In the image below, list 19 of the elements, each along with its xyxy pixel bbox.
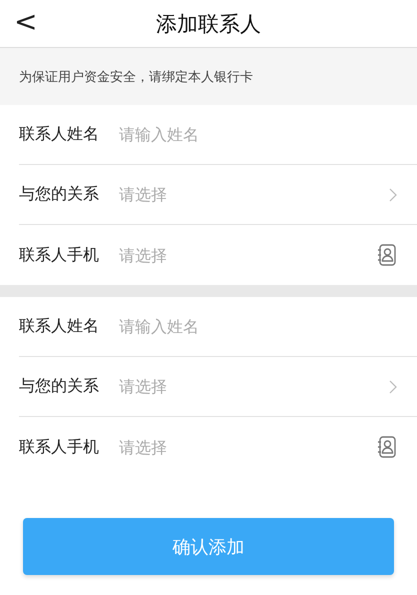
field-label: 联系人姓名 [19, 124, 100, 145]
field-label: 联系人姓名 [19, 316, 100, 337]
name-field[interactable]: 请输入姓名 [119, 317, 397, 336]
field-label: 联系人手机 [19, 436, 100, 458]
security-notice: 为保证用户资金安全，请绑定本人银行卡 [19, 68, 253, 86]
contact-book-icon[interactable] [377, 244, 397, 266]
field-label: 与您的关系 [19, 376, 100, 397]
contact-book-icon[interactable] [377, 436, 397, 458]
field-label: 与您的关系 [19, 184, 100, 205]
select-field[interactable]: 请选择 [119, 185, 389, 204]
back-button[interactable]: < [10, 6, 42, 38]
select-field[interactable]: 请选择 [119, 438, 377, 456]
page-title: 添加联系人 [156, 10, 261, 38]
chevron-right-icon [389, 188, 397, 202]
chevron-right-icon [389, 380, 397, 394]
select-field[interactable]: 请选择 [119, 246, 377, 264]
select-field[interactable]: 请选择 [119, 377, 389, 396]
field-label: 联系人手机 [19, 244, 100, 266]
name-field[interactable]: 请输入姓名 [119, 125, 397, 144]
